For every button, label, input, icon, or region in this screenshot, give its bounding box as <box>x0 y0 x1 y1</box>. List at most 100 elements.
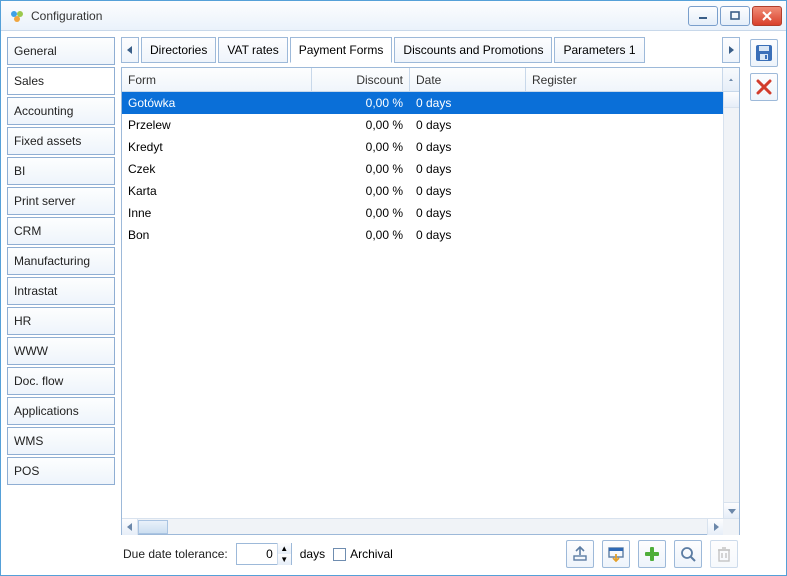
scroll-corner <box>723 519 739 535</box>
cell-form: Kredyt <box>122 140 312 154</box>
tab-parameters-1[interactable]: Parameters 1 <box>554 37 644 63</box>
titlebar: Configuration <box>1 1 786 31</box>
table-row[interactable]: Bon 0,00 % 0 days <box>122 224 739 246</box>
sidebar-item-applications[interactable]: Applications <box>7 397 115 425</box>
payment-forms-table: Form Discount Date Register Gotówka 0,00… <box>121 67 740 535</box>
sidebar-item-sales[interactable]: Sales <box>7 67 115 95</box>
sidebar-item-label: Applications <box>14 404 79 418</box>
table-row[interactable]: Gotówka 0,00 % 0 days <box>122 92 739 114</box>
sidebar-item-label: Print server <box>14 194 75 208</box>
scroll-up-icon[interactable] <box>723 68 739 91</box>
sidebar-item-label: Doc. flow <box>14 374 63 388</box>
archival-checkbox[interactable]: Archival <box>333 547 393 561</box>
spin-up-icon[interactable]: ▲ <box>277 543 291 554</box>
tab-label: VAT rates <box>227 43 278 57</box>
cell-date: 0 days <box>410 184 526 198</box>
add-button[interactable] <box>638 540 666 568</box>
sidebar-item-label: Manufacturing <box>14 254 90 268</box>
cancel-button[interactable] <box>750 73 778 101</box>
minimize-button[interactable] <box>688 6 718 26</box>
sidebar-item-accounting[interactable]: Accounting <box>7 97 115 125</box>
table-header: Form Discount Date Register <box>122 68 739 92</box>
tabs: Directories VAT rates Payment Forms Disc… <box>121 37 740 63</box>
sidebar-item-hr[interactable]: HR <box>7 307 115 335</box>
sidebar-item-label: HR <box>14 314 31 328</box>
close-button[interactable] <box>752 6 782 26</box>
cell-discount: 0,00 % <box>312 118 410 132</box>
cell-form: Inne <box>122 206 312 220</box>
tab-vat-rates[interactable]: VAT rates <box>218 37 287 63</box>
footer: Due date tolerance: ▲ ▼ days Archival <box>121 535 740 569</box>
tab-scroll-right[interactable] <box>722 37 740 63</box>
scroll-down-icon[interactable] <box>724 502 739 518</box>
app-icon <box>9 8 25 24</box>
sidebar-item-manufacturing[interactable]: Manufacturing <box>7 247 115 275</box>
spin-down-icon[interactable]: ▼ <box>277 554 291 565</box>
sidebar-item-label: POS <box>14 464 39 478</box>
cell-form: Karta <box>122 184 312 198</box>
cell-date: 0 days <box>410 206 526 220</box>
sidebar-item-label: WMS <box>14 434 43 448</box>
scroll-left-icon[interactable] <box>122 519 138 535</box>
sidebar-item-doc-flow[interactable]: Doc. flow <box>7 367 115 395</box>
sidebar-item-bi[interactable]: BI <box>7 157 115 185</box>
cell-discount: 0,00 % <box>312 96 410 110</box>
tolerance-stepper[interactable]: ▲ ▼ <box>236 543 292 565</box>
sidebar-item-wms[interactable]: WMS <box>7 427 115 455</box>
preview-button[interactable] <box>674 540 702 568</box>
sidebar-item-label: WWW <box>14 344 48 358</box>
scroll-right-icon[interactable] <box>707 519 723 535</box>
checkbox-box[interactable] <box>333 548 346 561</box>
sidebar-item-intrastat[interactable]: Intrastat <box>7 277 115 305</box>
sidebar-item-pos[interactable]: POS <box>7 457 115 485</box>
sidebar-item-print-server[interactable]: Print server <box>7 187 115 215</box>
horizontal-scrollbar[interactable] <box>122 518 739 534</box>
tab-scroll-left[interactable] <box>121 37 139 63</box>
sidebar-item-label: Accounting <box>14 104 73 118</box>
table-row[interactable]: Czek 0,00 % 0 days <box>122 158 739 180</box>
right-toolbar <box>748 37 780 569</box>
cell-discount: 0,00 % <box>312 140 410 154</box>
export-button[interactable] <box>566 540 594 568</box>
sidebar-item-label: Sales <box>14 74 44 88</box>
sidebar-item-crm[interactable]: CRM <box>7 217 115 245</box>
maximize-button[interactable] <box>720 6 750 26</box>
scroll-thumb[interactable] <box>138 520 168 534</box>
cell-discount: 0,00 % <box>312 162 410 176</box>
cell-date: 0 days <box>410 228 526 242</box>
table-row[interactable]: Karta 0,00 % 0 days <box>122 180 739 202</box>
delete-button[interactable] <box>710 540 738 568</box>
sidebar: General Sales Accounting Fixed assets BI… <box>7 37 115 569</box>
cell-date: 0 days <box>410 162 526 176</box>
sidebar-item-general[interactable]: General <box>7 37 115 65</box>
save-button[interactable] <box>750 39 778 67</box>
col-header-register[interactable]: Register <box>526 68 723 91</box>
sidebar-item-label: Intrastat <box>14 284 57 298</box>
sidebar-item-www[interactable]: WWW <box>7 337 115 365</box>
tolerance-label: Due date tolerance: <box>123 547 228 561</box>
sidebar-item-label: CRM <box>14 224 41 238</box>
window: Configuration General Sales Accounting F… <box>0 0 787 576</box>
sidebar-item-label: General <box>14 44 57 58</box>
import-button[interactable] <box>602 540 630 568</box>
scroll-up-icon[interactable] <box>724 92 739 108</box>
cell-form: Gotówka <box>122 96 312 110</box>
col-header-form[interactable]: Form <box>122 68 312 91</box>
body: General Sales Accounting Fixed assets BI… <box>1 31 786 575</box>
vertical-scrollbar[interactable] <box>723 92 739 518</box>
sidebar-item-fixed-assets[interactable]: Fixed assets <box>7 127 115 155</box>
tab-payment-forms[interactable]: Payment Forms <box>290 37 393 63</box>
col-header-discount[interactable]: Discount <box>312 68 410 91</box>
tab-directories[interactable]: Directories <box>141 37 216 63</box>
table-row[interactable]: Inne 0,00 % 0 days <box>122 202 739 224</box>
cell-date: 0 days <box>410 118 526 132</box>
cell-discount: 0,00 % <box>312 206 410 220</box>
tolerance-input[interactable] <box>237 547 277 561</box>
table-row[interactable]: Przelew 0,00 % 0 days <box>122 114 739 136</box>
cell-form: Czek <box>122 162 312 176</box>
archival-label: Archival <box>350 547 393 561</box>
col-header-date[interactable]: Date <box>410 68 526 91</box>
tab-label: Parameters 1 <box>563 43 635 57</box>
table-row[interactable]: Kredyt 0,00 % 0 days <box>122 136 739 158</box>
tab-discounts-promotions[interactable]: Discounts and Promotions <box>394 37 552 63</box>
